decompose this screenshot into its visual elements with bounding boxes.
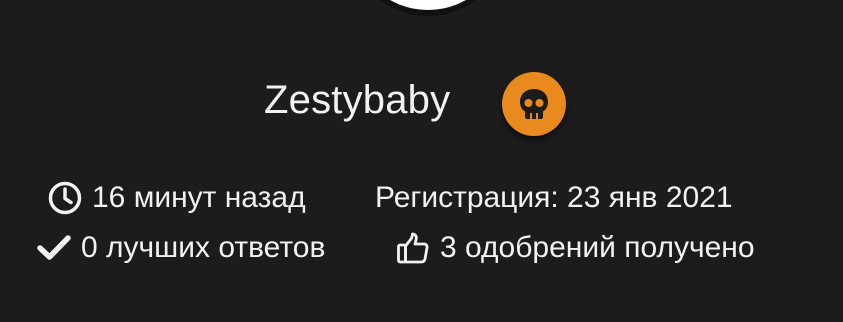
clock-icon bbox=[48, 181, 82, 215]
username-row: Zestybaby bbox=[0, 72, 843, 136]
username: Zestybaby bbox=[264, 78, 451, 122]
registration-date: Регистрация: 23 янв 2021 bbox=[375, 178, 733, 218]
avatar[interactable] bbox=[345, 0, 511, 16]
likes-text: 3 одобрений получено bbox=[440, 231, 755, 264]
last-seen: 16 минут назад bbox=[48, 178, 306, 218]
rank-badge[interactable] bbox=[502, 72, 566, 136]
best-answers-text: 0 лучших ответов bbox=[81, 231, 326, 264]
skull-icon bbox=[520, 89, 548, 119]
last-seen-text: 16 минут назад bbox=[92, 181, 306, 214]
profile-header: Zestybaby 16 минут назад Регистрация: 23 bbox=[0, 0, 843, 322]
checkmark-icon bbox=[37, 233, 71, 263]
best-answers: 0 лучших ответов bbox=[37, 228, 325, 268]
likes-received: 3 одобрений получено bbox=[396, 228, 755, 268]
thumbs-up-icon bbox=[396, 231, 430, 265]
registration-text: Регистрация: 23 янв 2021 bbox=[375, 181, 733, 214]
